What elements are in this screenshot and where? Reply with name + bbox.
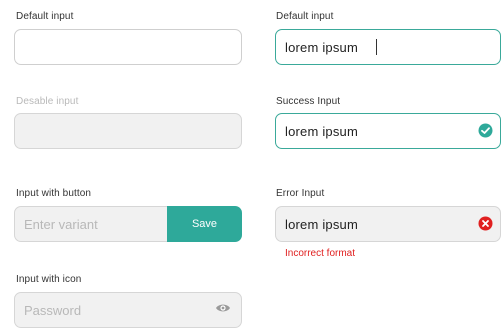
check-circle-icon bbox=[478, 123, 493, 138]
error-message: Incorrect format bbox=[285, 248, 356, 259]
enter-variant-placeholder: Enter variant bbox=[24, 216, 98, 232]
error-circle-icon bbox=[478, 216, 493, 231]
success-input-value: lorem ipsum bbox=[285, 123, 358, 139]
disabled-input-label: Desable input bbox=[16, 96, 79, 107]
error-input-field[interactable]: lorem ipsum bbox=[275, 206, 501, 242]
save-button[interactable]: Save bbox=[167, 206, 242, 242]
input-with-icon-label: Input with icon bbox=[16, 274, 82, 285]
default-input-value-right: lorem ipsum bbox=[285, 39, 358, 55]
success-input-label: Success Input bbox=[276, 96, 341, 107]
disabled-input-field bbox=[14, 113, 242, 149]
input-with-button-label: Input with button bbox=[16, 188, 92, 199]
default-input-label-right: Default input bbox=[276, 11, 334, 22]
error-input-value: lorem ipsum bbox=[285, 216, 358, 232]
error-input-label: Error Input bbox=[276, 188, 325, 199]
success-input-field[interactable]: lorem ipsum bbox=[275, 113, 501, 149]
enter-variant-input[interactable]: Enter variant bbox=[14, 206, 174, 242]
eye-icon[interactable] bbox=[215, 302, 231, 314]
default-input-label: Default input bbox=[16, 11, 74, 22]
default-input-field[interactable] bbox=[14, 29, 242, 65]
text-caret bbox=[376, 39, 377, 55]
default-input-field-right[interactable]: lorem ipsum bbox=[275, 29, 501, 65]
password-placeholder: Password bbox=[24, 302, 82, 318]
